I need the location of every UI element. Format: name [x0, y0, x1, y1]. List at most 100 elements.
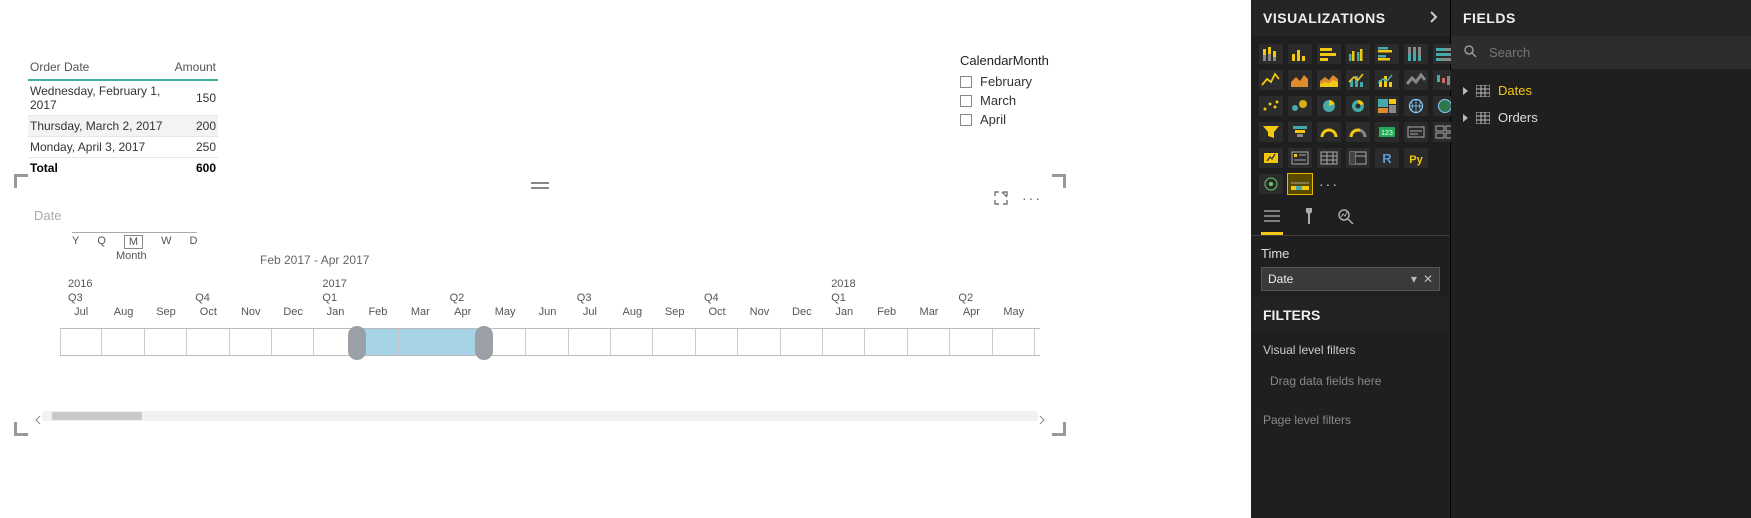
- field-table-dates[interactable]: Dates: [1455, 77, 1747, 104]
- granularity-week[interactable]: W: [161, 235, 171, 249]
- timeline-cell[interactable]: [145, 329, 187, 355]
- granularity-month[interactable]: M: [124, 235, 143, 249]
- table-row[interactable]: Thursday, March 2, 2017 200: [28, 116, 218, 137]
- chevron-down-icon[interactable]: ▾: [1411, 272, 1417, 286]
- granularity-quarter[interactable]: Q: [97, 235, 106, 249]
- viz-tile-table[interactable]: [1317, 148, 1341, 168]
- remove-field-icon[interactable]: ✕: [1423, 272, 1433, 286]
- viz-tile-scatter[interactable]: [1259, 96, 1283, 116]
- timeline-cell[interactable]: [738, 329, 780, 355]
- field-table-orders[interactable]: Orders: [1455, 104, 1747, 131]
- timeline-cell[interactable]: [781, 329, 823, 355]
- scroll-right-icon[interactable]: [1038, 412, 1046, 420]
- timeline-cell[interactable]: [696, 329, 738, 355]
- viz-tile-gauge2[interactable]: [1346, 122, 1370, 142]
- timeline-scrollbar[interactable]: [34, 410, 1046, 422]
- scroll-left-icon[interactable]: [34, 412, 42, 420]
- timeline-track[interactable]: [60, 328, 1040, 356]
- viz-tile-column[interactable]: [1288, 44, 1312, 64]
- viz-tile-timeline[interactable]: [1288, 174, 1312, 194]
- viz-tile-kpi-box[interactable]: [1259, 148, 1283, 168]
- timeline-cell[interactable]: [993, 329, 1035, 355]
- scroll-thumb[interactable]: [52, 412, 142, 420]
- timeline-cell[interactable]: [272, 329, 314, 355]
- viz-tile-column-cluster[interactable]: [1346, 44, 1370, 64]
- timeline-cell[interactable]: [230, 329, 272, 355]
- filters-drop-zone[interactable]: Drag data fields here: [1261, 365, 1440, 397]
- viz-tile-slicer[interactable]: [1288, 148, 1312, 168]
- viz-tile-py-visual[interactable]: Py: [1404, 148, 1428, 168]
- timeline-cell[interactable]: [60, 329, 102, 355]
- viz-tile-bar-h[interactable]: [1317, 44, 1341, 64]
- timeline-cell[interactable]: [569, 329, 611, 355]
- viz-tile-donut[interactable]: [1346, 96, 1370, 116]
- timeline-cell[interactable]: [653, 329, 695, 355]
- viz-tile-funnel-h[interactable]: [1259, 122, 1283, 142]
- slicer-visual[interactable]: CalendarMonth February March April: [960, 53, 1110, 129]
- search-input[interactable]: [1487, 44, 1739, 61]
- viz-tile-line-column[interactable]: [1346, 70, 1370, 90]
- drag-handle-icon[interactable]: [531, 182, 549, 189]
- granularity-year[interactable]: Y: [72, 235, 79, 249]
- timeline-handle-left[interactable]: [348, 326, 366, 360]
- viz-tile-line[interactable]: [1259, 70, 1283, 90]
- table-row[interactable]: Wednesday, February 1, 2017 150: [28, 80, 218, 116]
- timeline-cell[interactable]: [823, 329, 865, 355]
- chevron-right-icon[interactable]: [1428, 10, 1438, 26]
- timeline-cell[interactable]: [526, 329, 568, 355]
- table-visual[interactable]: Order Date Amount Wednesday, February 1,…: [28, 56, 218, 178]
- viz-tile-bubble[interactable]: [1288, 96, 1312, 116]
- timeline-cell[interactable]: [187, 329, 229, 355]
- viz-tile-area-stacked[interactable]: [1317, 70, 1341, 90]
- timeline-cell[interactable]: [950, 329, 992, 355]
- viz-tile-gauge[interactable]: [1317, 122, 1341, 142]
- tab-format[interactable]: [1299, 204, 1319, 235]
- timeline-cell[interactable]: [865, 329, 907, 355]
- viz-tile-arcgis[interactable]: [1259, 174, 1283, 194]
- fields-pane[interactable]: FIELDS Dates: [1451, 0, 1751, 518]
- viz-tile-bar-stacked[interactable]: [1259, 44, 1283, 64]
- timeline-cell[interactable]: [611, 329, 653, 355]
- timeline-handle-right[interactable]: [475, 326, 493, 360]
- checkbox-icon[interactable]: [960, 76, 972, 88]
- timeline-cell[interactable]: [908, 329, 950, 355]
- tab-fields[interactable]: [1261, 204, 1283, 235]
- slicer-item[interactable]: April: [960, 110, 1110, 129]
- viz-tile-column-100[interactable]: [1404, 44, 1428, 64]
- viz-tile-r-visual[interactable]: R: [1375, 148, 1399, 168]
- visualizations-pane[interactable]: VISUALIZATIONS 123RPy··· Time: [1251, 0, 1451, 518]
- field-chip-date[interactable]: Date ▾ ✕: [1261, 267, 1440, 291]
- viz-tile-pie[interactable]: [1317, 96, 1341, 116]
- slicer-item[interactable]: March: [960, 91, 1110, 110]
- checkbox-icon[interactable]: [960, 114, 972, 126]
- viz-tile-ribbon[interactable]: [1404, 70, 1428, 90]
- viz-tile-matrix[interactable]: [1346, 148, 1370, 168]
- granularity-toggle[interactable]: Y Q M W D: [72, 232, 197, 249]
- viz-tile-kpi[interactable]: 123: [1375, 122, 1399, 142]
- col-header-orderdate[interactable]: Order Date: [28, 56, 173, 80]
- viz-more-icon[interactable]: ···: [1317, 174, 1341, 194]
- scroll-track[interactable]: [42, 411, 1038, 421]
- viz-tile-column-line[interactable]: [1375, 70, 1399, 90]
- viz-tile-treemap[interactable]: [1375, 96, 1399, 116]
- tab-analytics[interactable]: [1335, 204, 1357, 235]
- timeline-visual[interactable]: ··· Date Y Q M W D Month Feb 2017 - Apr …: [20, 180, 1060, 430]
- focus-mode-icon[interactable]: [994, 191, 1008, 205]
- timeline-cell[interactable]: [102, 329, 144, 355]
- col-header-amount[interactable]: Amount: [173, 56, 218, 80]
- viz-gallery[interactable]: 123 RPy ···: [1251, 36, 1450, 198]
- granularity-day[interactable]: D: [189, 235, 197, 249]
- viz-tile-card[interactable]: [1404, 122, 1428, 142]
- fields-search[interactable]: [1451, 36, 1751, 69]
- timeline-cell[interactable]: [399, 329, 441, 355]
- table-icon: [1476, 85, 1490, 97]
- viz-tile-funnel[interactable]: [1288, 122, 1312, 142]
- slicer-item[interactable]: February: [960, 72, 1110, 91]
- viz-tile-bar-cluster[interactable]: [1375, 44, 1399, 64]
- more-options-icon[interactable]: ···: [1022, 190, 1042, 206]
- viz-tile-area[interactable]: [1288, 70, 1312, 90]
- checkbox-icon[interactable]: [960, 95, 972, 107]
- viz-tile-map[interactable]: [1404, 96, 1428, 116]
- table-row[interactable]: Monday, April 3, 2017 250: [28, 137, 218, 158]
- report-canvas[interactable]: Order Date Amount Wednesday, February 1,…: [0, 0, 1251, 518]
